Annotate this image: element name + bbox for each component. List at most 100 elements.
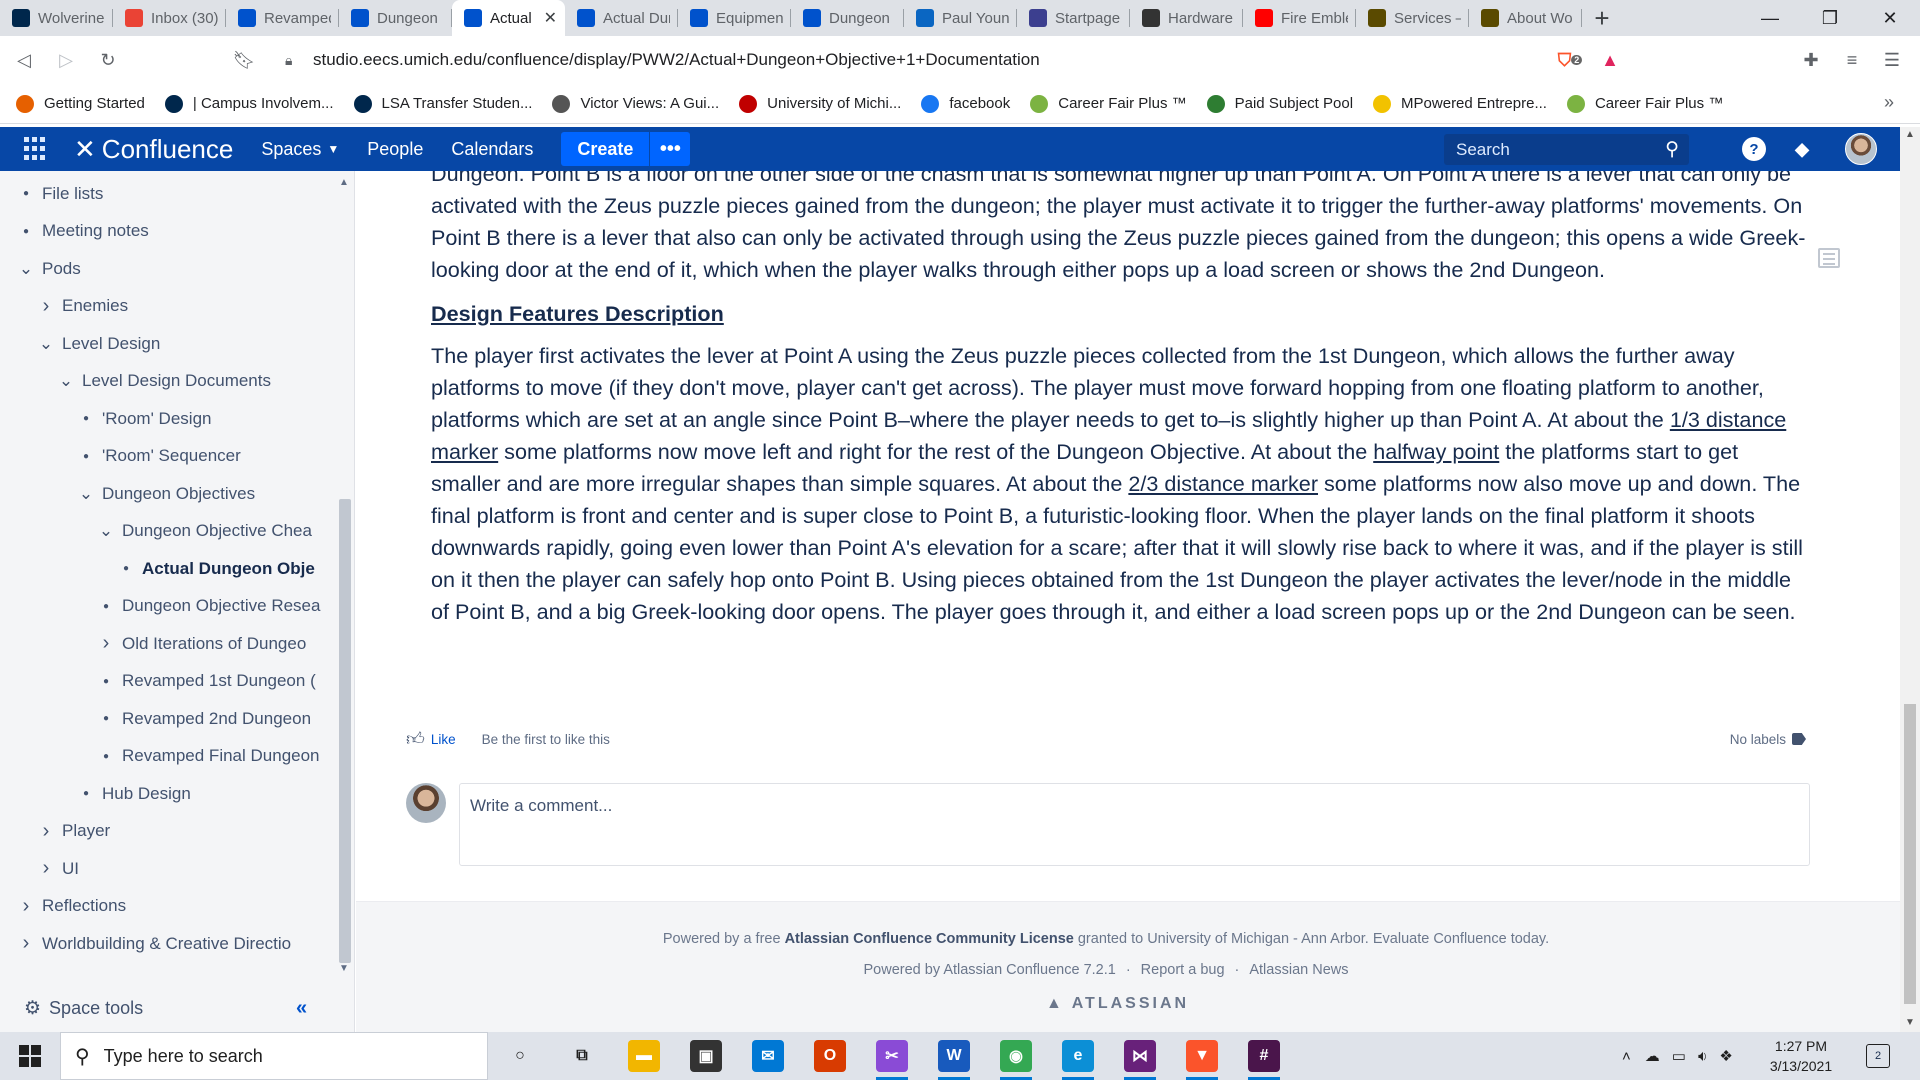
browser-tab[interactable]: Hardware (1130, 0, 1243, 36)
comment-input[interactable]: Write a comment... (459, 783, 1810, 866)
store-icon[interactable]: ▣ (690, 1040, 722, 1072)
sidebar-scroll-thumb[interactable] (339, 499, 351, 963)
slack-icon[interactable]: # (1248, 1040, 1280, 1080)
search-input[interactable]: Search ⚲ (1444, 134, 1689, 165)
bookmark-item[interactable]: facebook (921, 94, 1010, 113)
extensions-icon[interactable]: ✚ (1795, 44, 1827, 76)
link-two-thirds-distance-marker[interactable]: 2/3 distance marker (1128, 471, 1318, 496)
restore-icon[interactable]: ❐ (1800, 0, 1860, 36)
chevron-right-icon[interactable]: › (16, 895, 36, 918)
file-explorer-icon[interactable]: ▬ (628, 1040, 660, 1072)
bookmark-item[interactable]: LSA Transfer Studen... (353, 94, 532, 113)
brave-icon[interactable]: ▼ (1186, 1040, 1218, 1080)
edge-icon[interactable]: e (1062, 1040, 1094, 1080)
browser-tab[interactable]: Equipment (678, 0, 791, 36)
powered-by-link[interactable]: Powered by Atlassian Confluence 7.2.1 (864, 962, 1116, 978)
create-button[interactable]: Create (561, 132, 651, 166)
snip-icon[interactable]: ✂ (876, 1040, 908, 1080)
visual-studio-icon[interactable]: ⋈ (1124, 1040, 1156, 1080)
office-icon[interactable]: O (814, 1040, 846, 1072)
browser-tab[interactable]: About Wo (1469, 0, 1582, 36)
sidebar-tree-item[interactable]: ● File lists (0, 175, 335, 213)
mail-icon[interactable]: ✉ (752, 1040, 784, 1072)
bookmark-item[interactable]: Getting Started (16, 94, 145, 113)
bookmark-item[interactable]: Paid Subject Pool (1206, 94, 1353, 113)
browser-tab[interactable]: Inbox (30) (113, 0, 226, 36)
atlassian-logo[interactable]: ▲ ATLASSIAN (1046, 995, 1189, 1013)
chevron-right-icon[interactable]: › (36, 295, 56, 318)
sidebar-tree-item[interactable]: ● Meeting notes (0, 213, 335, 251)
bookmark-item[interactable]: MPowered Entrepre... (1373, 94, 1547, 113)
new-tab-icon[interactable]: + (1582, 0, 1622, 36)
brave-shields-icon[interactable]: ⛉ 2 (1554, 44, 1586, 76)
sidebar-tree-item[interactable]: ⌄ Dungeon Objectives (0, 475, 335, 513)
bookmark-item[interactable]: Career Fair Plus ™ (1030, 94, 1187, 113)
chrome-icon[interactable]: ◉ (1000, 1040, 1032, 1080)
nav-people[interactable]: People (367, 139, 423, 160)
chevron-down-icon[interactable]: ⌄ (16, 259, 36, 279)
task-view-icon[interactable]: ⧉ (566, 1040, 598, 1072)
report-bug-link[interactable]: Report a bug (1141, 962, 1225, 978)
back-icon[interactable]: ◁ (6, 42, 42, 78)
sidebar-tree-item[interactable]: ⌄ Pods (0, 250, 335, 288)
bookmark-item[interactable]: Victor Views: A Gui... (552, 94, 719, 113)
scroll-down-icon[interactable]: ▼ (1905, 1017, 1915, 1028)
sidebar-tree-item[interactable]: › Worldbuilding & Creative Directio (0, 925, 335, 963)
chevron-right-icon[interactable]: › (96, 632, 116, 655)
battery-icon[interactable]: ▭ (1672, 1047, 1686, 1065)
word-icon[interactable]: W (938, 1040, 970, 1080)
close-window-icon[interactable]: ✕ (1860, 0, 1920, 36)
bookmark-item[interactable]: University of Michi... (739, 94, 901, 113)
collapse-sidebar-icon[interactable]: « (296, 997, 307, 1020)
labels-area[interactable]: No labels (1730, 732, 1806, 747)
cortana-icon[interactable]: ○ (504, 1040, 536, 1072)
nav-calendars[interactable]: Calendars (451, 139, 533, 160)
browser-tab[interactable]: Startpage (1017, 0, 1130, 36)
confluence-logo[interactable]: ✕ Confluence (74, 134, 233, 165)
chevron-down-icon[interactable]: ⌄ (36, 334, 56, 354)
link-halfway-point[interactable]: halfway point (1373, 439, 1499, 464)
user-avatar[interactable] (1845, 133, 1877, 165)
page-scroll-thumb[interactable] (1904, 704, 1916, 1004)
start-icon[interactable] (0, 1032, 60, 1080)
close-tab-icon[interactable]: ✕ (544, 8, 557, 28)
sidebar-tree-item[interactable]: ● Revamped 2nd Dungeon (0, 700, 335, 738)
sidebar-tree-item[interactable]: ● 'Room' Design (0, 400, 335, 438)
page-scrollbar[interactable]: ▲ ▼ (1900, 127, 1920, 1032)
sidebar-tree-item[interactable]: ⌄ Dungeon Objective Chea (0, 513, 335, 551)
sidebar-tree-item[interactable]: › UI (0, 850, 335, 888)
nav-spaces[interactable]: Spaces ▼ (261, 139, 339, 160)
sidebar-tree-item[interactable]: ● Revamped 1st Dungeon ( (0, 663, 335, 701)
thumbs-up-icon[interactable]: 👍︎ (406, 728, 425, 750)
browser-tab[interactable]: Dungeon (791, 0, 904, 36)
menu-icon[interactable]: ☰ (1876, 44, 1908, 76)
browser-tab[interactable]: Actual Dun (565, 0, 678, 36)
sidebar-tree-item[interactable]: › Player (0, 813, 335, 851)
browser-tab[interactable]: Actual ✕ (452, 0, 565, 36)
sidebar-tree-item[interactable]: ● Dungeon Objective Resea (0, 588, 335, 626)
bookmark-item[interactable]: | Campus Involvem... (164, 94, 334, 113)
notifications-icon[interactable]: ◆ (1790, 137, 1814, 161)
taskbar-clock[interactable]: 1:27 PM 3/13/2021 (1762, 1036, 1840, 1076)
bookmark-item[interactable]: Career Fair Plus ™ (1566, 94, 1723, 113)
page-outline-icon[interactable] (1818, 248, 1840, 268)
minimize-icon[interactable]: — (1740, 0, 1800, 36)
media-controls-icon[interactable]: ≡ (1836, 44, 1868, 76)
dropbox-icon[interactable]: ❖ (1719, 1047, 1732, 1065)
help-icon[interactable]: ? (1742, 137, 1766, 161)
scroll-up-icon[interactable]: ▲ (1905, 129, 1915, 140)
license-name[interactable]: Atlassian Confluence Community License (785, 931, 1074, 947)
browser-tab[interactable]: Services — (1356, 0, 1469, 36)
sidebar-tree-item[interactable]: ⌄ Level Design (0, 325, 335, 363)
brave-rewards-icon[interactable]: ▲ (1594, 44, 1626, 76)
forward-icon[interactable]: ▷ (48, 42, 84, 78)
sidebar-scrollbar[interactable]: ▲ ▼ (337, 171, 353, 977)
create-more-button[interactable]: ••• (650, 138, 690, 161)
sidebar-tree-item[interactable]: ● 'Room' Sequencer (0, 438, 335, 476)
onedrive-icon[interactable]: ☁ (1645, 1047, 1660, 1065)
sidebar-tree-item[interactable]: ● Hub Design (0, 775, 335, 813)
sidebar-tree-item[interactable]: › Enemies (0, 288, 335, 326)
browser-tab[interactable]: Paul Young (904, 0, 1017, 36)
scroll-down-icon[interactable]: ▼ (339, 963, 349, 974)
sidebar-tree-item[interactable]: › Reflections (0, 888, 335, 926)
